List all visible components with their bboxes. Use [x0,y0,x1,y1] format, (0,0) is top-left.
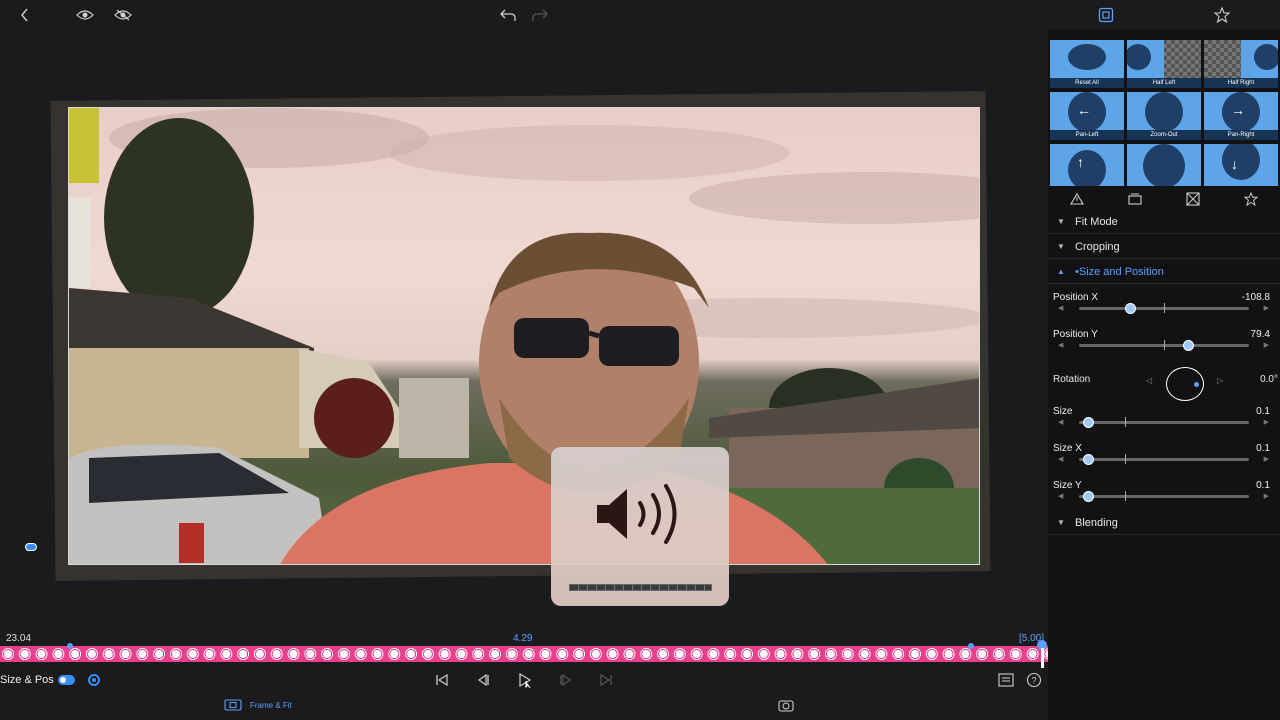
rotate-left-icon[interactable]: ◁ [1146,376,1152,385]
top-toolbar [0,0,1280,30]
chevron-down-icon: ▼ [1057,242,1065,251]
section-fit-mode[interactable]: ▼ Fit Mode [1048,212,1280,234]
increment-icon[interactable]: ▶ [1264,492,1269,500]
keyframe-marker[interactable] [67,643,73,649]
eye-icon[interactable] [75,6,95,24]
skip-to-start-icon[interactable] [434,672,450,688]
preset-pan-right[interactable]: → Pan-Right [1204,92,1278,140]
keyframe-add-button[interactable] [88,674,100,686]
arrow-right-icon: → [1231,102,1245,118]
undo-icon[interactable] [498,6,518,24]
list-icon[interactable] [998,672,1014,688]
step-forward-icon[interactable] [558,672,574,688]
section-cropping[interactable]: ▼ Cropping [1048,237,1280,259]
favorites-icon[interactable] [1242,191,1260,207]
preset-pan-left[interactable]: ← Pan-Left [1050,92,1124,140]
preset-zoom-in[interactable] [1127,144,1201,186]
inspector-panel: Reset All Half Left Half Right ← Pan-Left… [1048,30,1280,720]
mode-label: Size & Pos [0,674,54,686]
warning-icon[interactable] [1068,191,1086,207]
preset-pan-up[interactable]: ↑ [1050,144,1124,186]
section-size-and-position[interactable]: ▲ •Size and Position [1048,262,1280,284]
redo-icon[interactable] [530,6,550,24]
left-position-handle[interactable] [25,543,37,551]
skip-to-end-icon[interactable] [598,672,614,688]
chevron-down-icon: ▼ [1057,217,1065,226]
eye-slash-icon[interactable] [113,6,133,24]
param-rotation: Rotation ◁ ▷ 0.0° [1048,367,1280,405]
svg-text:?: ? [1031,676,1036,686]
help-icon[interactable]: ? [1026,672,1042,688]
preset-half-right[interactable]: Half Right [1204,40,1278,88]
tab-frame-fit-label: Frame & Fit [250,700,292,710]
param-size-x: Size X 0.1 ◀ ▶ [1053,443,1270,465]
volume-hud [551,447,729,606]
frame-fit-icon [224,699,242,711]
increment-icon[interactable]: ▶ [1264,341,1269,349]
layers-icon[interactable] [1126,191,1144,207]
video-preview[interactable] [0,30,1048,630]
volume-level-bar [569,584,712,591]
size-x-slider[interactable] [1079,454,1249,465]
decrement-icon[interactable]: ◀ [1058,304,1063,312]
timeline-times: 23.04 4.29 [5.00] [0,631,1048,645]
param-position-x: Position X -108.8 ◀ ▶ [1053,292,1270,314]
increment-icon[interactable]: ▶ [1264,304,1269,312]
chevron-up-icon: ▲ [1057,267,1065,276]
chevron-down-icon: ▼ [1057,518,1065,527]
timeline-current-time: 4.29 [513,633,533,644]
preset-half-left[interactable]: Half Left [1127,40,1201,88]
section-blending[interactable]: ▼ Blending [1048,513,1280,535]
rotation-dial[interactable] [1166,367,1204,401]
panel-tabs [1048,188,1280,210]
bottom-bar: Frame & Fit [0,692,1048,720]
crop-frame-icon[interactable] [1184,191,1202,207]
rotate-right-icon[interactable]: ▷ [1217,376,1223,385]
keyframe-marker[interactable] [968,643,974,649]
increment-icon[interactable]: ▶ [1264,418,1269,426]
playback-controls: Size & Pos ? [0,668,1048,692]
video-frame[interactable] [68,107,980,565]
arrow-down-icon: ↓ [1231,156,1238,172]
play-icon[interactable] [517,672,533,688]
size-slider[interactable] [1079,417,1249,428]
back-icon[interactable] [15,6,35,24]
keyframe-toggle[interactable] [58,675,75,685]
param-size-y: Size Y 0.1 ◀ ▶ [1053,480,1270,502]
param-position-y: Position Y 79.4 ◀ ▶ [1053,329,1270,351]
preset-reset-all[interactable]: Reset All [1050,40,1124,88]
star-icon[interactable] [1212,6,1232,24]
position-x-slider[interactable] [1079,303,1249,314]
decrement-icon[interactable]: ◀ [1058,492,1063,500]
playhead[interactable] [1037,640,1047,668]
timeline-start-time: 23.04 [6,633,32,644]
arrow-left-icon: ← [1077,102,1091,118]
speaker-icon [597,484,677,544]
param-size: Size 0.1 ◀ ▶ [1053,406,1270,428]
video-scene [69,108,979,564]
timeline-filmstrip[interactable] [0,646,1048,662]
camera-icon[interactable] [778,697,794,713]
size-y-slider[interactable] [1079,491,1249,502]
preset-pan-down[interactable]: ↓ [1204,144,1278,186]
preset-zoom-out[interactable]: Zoom-Out [1127,92,1201,140]
preset-grid: Reset All Half Left Half Right ← Pan-Left… [1050,40,1278,196]
position-y-slider[interactable] [1079,340,1249,351]
arrow-up-icon: ↑ [1077,154,1084,170]
increment-icon[interactable]: ▶ [1264,455,1269,463]
frame-icon[interactable] [1096,6,1116,24]
tab-frame-fit[interactable]: Frame & Fit [224,699,292,711]
step-back-icon[interactable] [475,672,491,688]
decrement-icon[interactable]: ◀ [1058,455,1063,463]
decrement-icon[interactable]: ◀ [1058,341,1063,349]
decrement-icon[interactable]: ◀ [1058,418,1063,426]
